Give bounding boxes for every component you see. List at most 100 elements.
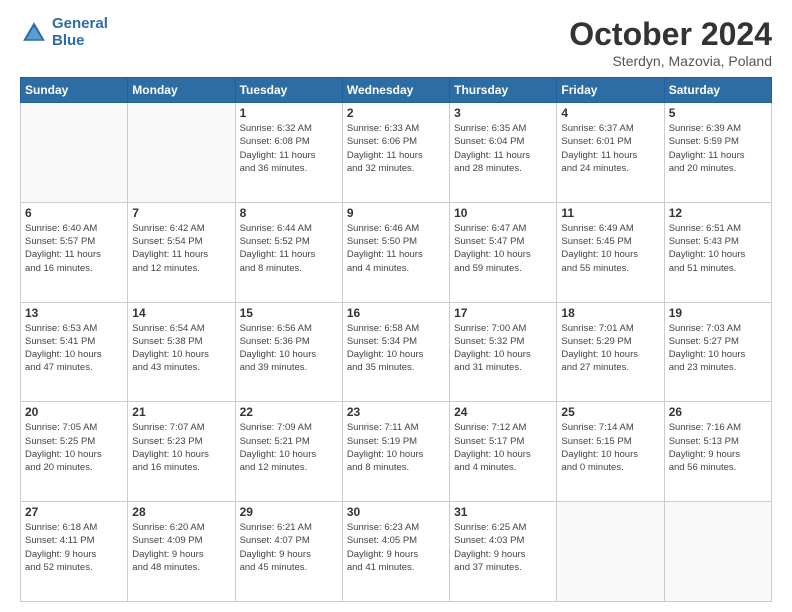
day-number: 3 bbox=[454, 106, 552, 120]
day-detail: Sunrise: 7:05 AMSunset: 5:25 PMDaylight:… bbox=[25, 421, 123, 474]
day-number: 12 bbox=[669, 206, 767, 220]
day-detail: Sunrise: 7:03 AMSunset: 5:27 PMDaylight:… bbox=[669, 322, 767, 375]
calendar-cell: 4 Sunrise: 6:37 AMSunset: 6:01 PMDaylight… bbox=[557, 103, 664, 203]
day-detail: Sunrise: 6:37 AMSunset: 6:01 PMDaylight:… bbox=[561, 122, 659, 175]
logo-text: General Blue bbox=[52, 16, 108, 49]
day-detail: Sunrise: 6:47 AMSunset: 5:47 PMDaylight:… bbox=[454, 222, 552, 275]
calendar-cell: 19 Sunrise: 7:03 AMSunset: 5:27 PMDayligh… bbox=[664, 302, 771, 402]
day-number: 27 bbox=[25, 505, 123, 519]
day-number: 22 bbox=[240, 405, 338, 419]
calendar-cell: 20 Sunrise: 7:05 AMSunset: 5:25 PMDayligh… bbox=[21, 402, 128, 502]
calendar-cell: 21 Sunrise: 7:07 AMSunset: 5:23 PMDayligh… bbox=[128, 402, 235, 502]
day-detail: Sunrise: 6:56 AMSunset: 5:36 PMDaylight:… bbox=[240, 322, 338, 375]
calendar-week-row: 20 Sunrise: 7:05 AMSunset: 5:25 PMDayligh… bbox=[21, 402, 772, 502]
day-detail: Sunrise: 6:54 AMSunset: 5:38 PMDaylight:… bbox=[132, 322, 230, 375]
day-number: 5 bbox=[669, 106, 767, 120]
calendar-cell: 14 Sunrise: 6:54 AMSunset: 5:38 PMDayligh… bbox=[128, 302, 235, 402]
calendar-cell: 18 Sunrise: 7:01 AMSunset: 5:29 PMDayligh… bbox=[557, 302, 664, 402]
header: General Blue October 2024 Sterdyn, Mazov… bbox=[20, 16, 772, 69]
day-number: 4 bbox=[561, 106, 659, 120]
day-detail: Sunrise: 6:18 AMSunset: 4:11 PMDaylight:… bbox=[25, 521, 123, 574]
day-detail: Sunrise: 7:07 AMSunset: 5:23 PMDaylight:… bbox=[132, 421, 230, 474]
logo-icon bbox=[20, 19, 48, 47]
calendar-cell: 2Sunrise: 6:33 AMSunset: 6:06 PMDaylight… bbox=[342, 103, 449, 203]
calendar-cell: 12 Sunrise: 6:51 AMSunset: 5:43 PMDayligh… bbox=[664, 202, 771, 302]
calendar-header-row: SundayMondayTuesdayWednesdayThursdayFrid… bbox=[21, 78, 772, 103]
day-detail: Sunrise: 6:35 AMSunset: 6:04 PMDaylight:… bbox=[454, 122, 552, 175]
day-detail: Sunrise: 6:58 AMSunset: 5:34 PMDaylight:… bbox=[347, 322, 445, 375]
day-detail: Sunrise: 6:49 AMSunset: 5:45 PMDaylight:… bbox=[561, 222, 659, 275]
day-detail: Sunrise: 7:11 AMSunset: 5:19 PMDaylight:… bbox=[347, 421, 445, 474]
calendar-cell: 31 Sunrise: 6:25 AMSunset: 4:03 PMDayligh… bbox=[450, 502, 557, 602]
day-detail: Sunrise: 6:46 AMSunset: 5:50 PMDaylight:… bbox=[347, 222, 445, 275]
day-number: 6 bbox=[25, 206, 123, 220]
calendar-cell: 17Sunrise: 7:00 AMSunset: 5:32 PMDayligh… bbox=[450, 302, 557, 402]
day-number: 20 bbox=[25, 405, 123, 419]
calendar-cell bbox=[21, 103, 128, 203]
day-number: 10 bbox=[454, 206, 552, 220]
weekday-header: Monday bbox=[128, 78, 235, 103]
calendar-cell: 23 Sunrise: 7:11 AMSunset: 5:19 PMDayligh… bbox=[342, 402, 449, 502]
subtitle: Sterdyn, Mazovia, Poland bbox=[569, 53, 772, 69]
calendar-cell: 7 Sunrise: 6:42 AMSunset: 5:54 PMDaylight… bbox=[128, 202, 235, 302]
day-detail: Sunrise: 6:51 AMSunset: 5:43 PMDaylight:… bbox=[669, 222, 767, 275]
day-number: 17 bbox=[454, 306, 552, 320]
day-number: 21 bbox=[132, 405, 230, 419]
day-detail: Sunrise: 6:25 AMSunset: 4:03 PMDaylight:… bbox=[454, 521, 552, 574]
calendar-cell: 28Sunrise: 6:20 AMSunset: 4:09 PMDayligh… bbox=[128, 502, 235, 602]
calendar-cell: 8Sunrise: 6:44 AMSunset: 5:52 PMDaylight… bbox=[235, 202, 342, 302]
day-detail: Sunrise: 6:33 AMSunset: 6:06 PMDaylight:… bbox=[347, 122, 445, 175]
calendar-cell: 13 Sunrise: 6:53 AMSunset: 5:41 PMDayligh… bbox=[21, 302, 128, 402]
day-number: 7 bbox=[132, 206, 230, 220]
day-number: 19 bbox=[669, 306, 767, 320]
day-detail: Sunrise: 6:39 AMSunset: 5:59 PMDaylight:… bbox=[669, 122, 767, 175]
calendar-cell: 11 Sunrise: 6:49 AMSunset: 5:45 PMDayligh… bbox=[557, 202, 664, 302]
day-detail: Sunrise: 7:01 AMSunset: 5:29 PMDaylight:… bbox=[561, 322, 659, 375]
title-block: October 2024 Sterdyn, Mazovia, Poland bbox=[569, 16, 772, 69]
day-detail: Sunrise: 6:32 AMSunset: 6:08 PMDaylight:… bbox=[240, 122, 338, 175]
calendar-cell: 16 Sunrise: 6:58 AMSunset: 5:34 PMDayligh… bbox=[342, 302, 449, 402]
calendar-cell: 3 Sunrise: 6:35 AMSunset: 6:04 PMDaylight… bbox=[450, 103, 557, 203]
calendar-week-row: 6 Sunrise: 6:40 AMSunset: 5:57 PMDaylight… bbox=[21, 202, 772, 302]
calendar-cell: 10 Sunrise: 6:47 AMSunset: 5:47 PMDayligh… bbox=[450, 202, 557, 302]
day-number: 31 bbox=[454, 505, 552, 519]
day-number: 14 bbox=[132, 306, 230, 320]
calendar-cell: 9 Sunrise: 6:46 AMSunset: 5:50 PMDaylight… bbox=[342, 202, 449, 302]
calendar-cell: 24Sunrise: 7:12 AMSunset: 5:17 PMDayligh… bbox=[450, 402, 557, 502]
calendar-cell bbox=[128, 103, 235, 203]
calendar-cell: 25Sunrise: 7:14 AMSunset: 5:15 PMDayligh… bbox=[557, 402, 664, 502]
calendar-week-row: 13 Sunrise: 6:53 AMSunset: 5:41 PMDayligh… bbox=[21, 302, 772, 402]
day-number: 9 bbox=[347, 206, 445, 220]
day-detail: Sunrise: 6:40 AMSunset: 5:57 PMDaylight:… bbox=[25, 222, 123, 275]
day-number: 30 bbox=[347, 505, 445, 519]
day-number: 26 bbox=[669, 405, 767, 419]
calendar-cell: 26Sunrise: 7:16 AMSunset: 5:13 PMDayligh… bbox=[664, 402, 771, 502]
calendar-week-row: 1Sunrise: 6:32 AMSunset: 6:08 PMDaylight… bbox=[21, 103, 772, 203]
weekday-header: Friday bbox=[557, 78, 664, 103]
weekday-header: Wednesday bbox=[342, 78, 449, 103]
calendar-cell bbox=[664, 502, 771, 602]
day-number: 23 bbox=[347, 405, 445, 419]
weekday-header: Tuesday bbox=[235, 78, 342, 103]
day-detail: Sunrise: 6:44 AMSunset: 5:52 PMDaylight:… bbox=[240, 222, 338, 275]
day-number: 11 bbox=[561, 206, 659, 220]
calendar-cell bbox=[557, 502, 664, 602]
main-title: October 2024 bbox=[569, 16, 772, 53]
day-detail: Sunrise: 6:21 AMSunset: 4:07 PMDaylight:… bbox=[240, 521, 338, 574]
weekday-header: Saturday bbox=[664, 78, 771, 103]
weekday-header: Sunday bbox=[21, 78, 128, 103]
day-number: 16 bbox=[347, 306, 445, 320]
calendar-cell: 1Sunrise: 6:32 AMSunset: 6:08 PMDaylight… bbox=[235, 103, 342, 203]
day-detail: Sunrise: 6:23 AMSunset: 4:05 PMDaylight:… bbox=[347, 521, 445, 574]
calendar-cell: 27 Sunrise: 6:18 AMSunset: 4:11 PMDayligh… bbox=[21, 502, 128, 602]
day-number: 13 bbox=[25, 306, 123, 320]
day-detail: Sunrise: 6:42 AMSunset: 5:54 PMDaylight:… bbox=[132, 222, 230, 275]
day-number: 28 bbox=[132, 505, 230, 519]
day-detail: Sunrise: 6:53 AMSunset: 5:41 PMDaylight:… bbox=[25, 322, 123, 375]
day-number: 25 bbox=[561, 405, 659, 419]
logo: General Blue bbox=[20, 16, 108, 49]
day-number: 18 bbox=[561, 306, 659, 320]
day-number: 24 bbox=[454, 405, 552, 419]
day-detail: Sunrise: 7:09 AMSunset: 5:21 PMDaylight:… bbox=[240, 421, 338, 474]
weekday-header: Thursday bbox=[450, 78, 557, 103]
